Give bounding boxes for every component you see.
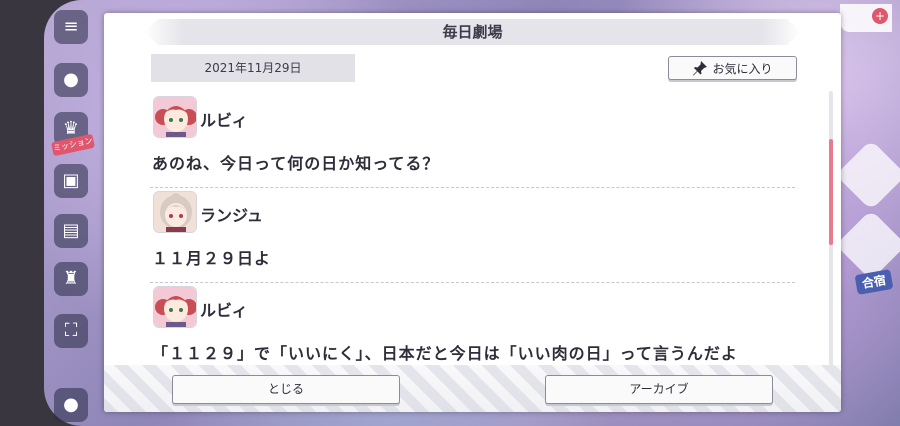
close-button[interactable]: とじる [172,375,400,404]
screen-icon[interactable]: ▤ [54,214,88,248]
trophy-icon[interactable]: ♜ [54,262,88,296]
list-item: ルビィ あのね、今日って何の日か知ってる？ [150,93,795,188]
list-item: ルビィ 「１１２９」で「いいにく」、日本だと今日は「いい肉の日」って言うんだよ [150,283,795,371]
user-icon[interactable]: ● [54,388,88,422]
date-label: 2021年11月29日 [151,54,355,82]
gift-icon[interactable]: ▣ [54,164,88,198]
dialogue-line: 「１１２９」で「いいにく」、日本だと今日は「いい肉の日」って言うんだよ [152,344,738,363]
speaker-name: ランジュ [200,206,263,225]
fullscreen-icon[interactable]: ⛶ [54,314,88,348]
avatar-lanzhu [153,191,197,233]
speaker-name: ルビィ [200,301,248,320]
pin-icon [693,61,708,76]
daily-theater-dialog: 毎日劇場 2021年11月29日 お気に入り ルビィ あのね、今日って何の日か知… [104,13,841,412]
scrollbar[interactable] [829,91,833,367]
speaker-name: ルビィ [200,111,248,130]
archive-button[interactable]: アーカイブ [545,375,773,404]
dialogue-list[interactable]: ルビィ あのね、今日って何の日か知ってる？ ランジュ １１月２９日よ ルビィ 「… [150,93,795,371]
dialogue-line: あのね、今日って何の日か知ってる？ [152,154,440,173]
title-bar: 毎日劇場 [144,19,801,45]
left-rail: ≡ ● ♛ ミッション ▣ ▤ ♜ ⛶ ● [51,8,95,426]
camp-label[interactable]: 合宿 [854,269,894,295]
add-icon[interactable]: + [872,8,888,24]
chat-icon[interactable]: ● [54,63,88,97]
dialog-title: 毎日劇場 [442,23,503,41]
right-rail: + 合宿 [835,0,900,426]
dialogue-line: １１月２９日よ [152,249,272,268]
side-tile[interactable] [835,139,900,211]
menu-icon[interactable]: ≡ [54,10,88,44]
scroll-thumb[interactable] [829,139,833,245]
favorite-button[interactable]: お気に入り [668,56,797,80]
side-tile[interactable] [835,209,900,281]
avatar-ruby [153,286,197,328]
avatar-ruby [153,96,197,138]
list-item: ランジュ １１月２９日よ [150,188,795,283]
favorite-label: お気に入り [712,61,773,76]
dialog-footer: とじる アーカイブ [104,365,841,412]
